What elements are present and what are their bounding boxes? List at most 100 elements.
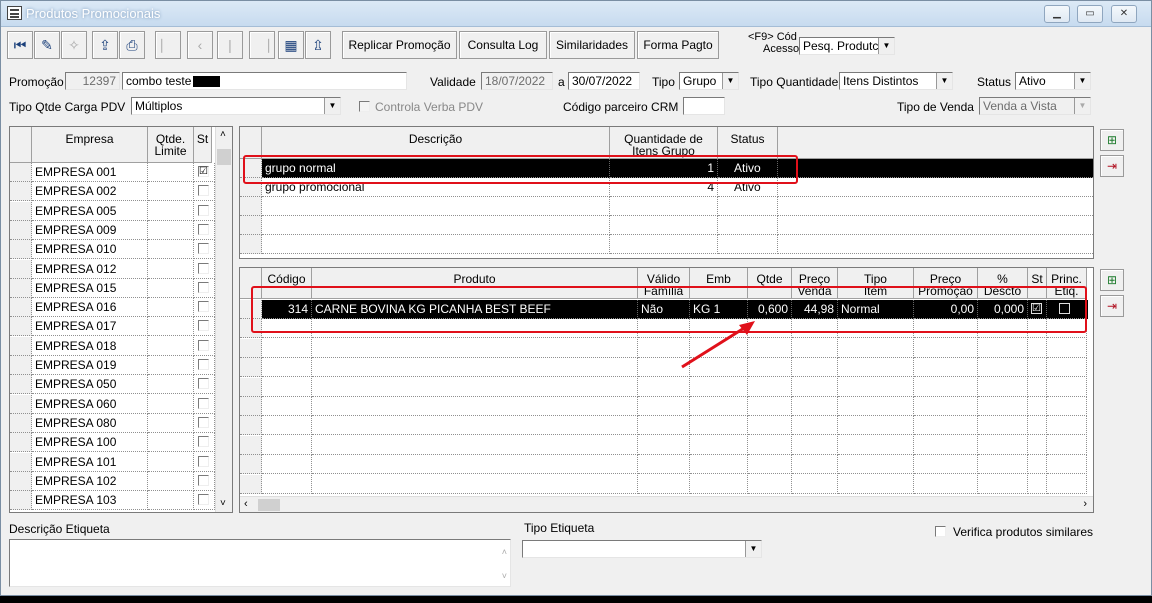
row-indicator[interactable]: [10, 240, 32, 260]
scroll-right-icon[interactable]: ›: [1083, 498, 1087, 510]
empresa-st-cell[interactable]: [194, 452, 215, 472]
produto-emb-cell[interactable]: [690, 455, 748, 475]
grupo-status-cell[interactable]: [718, 235, 778, 254]
produto-descto-cell[interactable]: [978, 358, 1028, 378]
empresa-qtde-cell[interactable]: [148, 356, 194, 375]
empresa-qtde-cell[interactable]: [148, 201, 194, 221]
maximize-button[interactable]: ▭: [1077, 5, 1103, 23]
produto-preco-promocao-cell[interactable]: [914, 416, 978, 436]
produto-produto-cell[interactable]: [312, 358, 638, 378]
row-indicator[interactable]: [10, 259, 32, 279]
princ-etiq-header[interactable]: Princ. Etiq.: [1047, 268, 1087, 299]
produto-descto-cell[interactable]: [978, 435, 1028, 455]
produto-qtde-cell[interactable]: [748, 474, 792, 494]
empresa-st-cell[interactable]: [194, 413, 215, 433]
empresa-name-cell[interactable]: EMPRESA 012: [32, 259, 148, 279]
produto-header[interactable]: Produto: [312, 268, 638, 299]
produto-produto-cell[interactable]: [312, 338, 638, 358]
empresa-name-cell[interactable]: EMPRESA 019: [32, 356, 148, 375]
produto-preco-venda-cell[interactable]: [792, 319, 838, 339]
similaridades-button[interactable]: Similaridades: [549, 31, 635, 59]
empresa-st-checkbox[interactable]: [198, 455, 209, 467]
produto-tipo-item-cell[interactable]: [838, 397, 914, 416]
row-indicator[interactable]: [240, 197, 262, 216]
produto-valido-cell[interactable]: [638, 416, 690, 436]
produto-tipo-item-cell[interactable]: [838, 435, 914, 455]
produto-princ-etiq-cell[interactable]: [1047, 397, 1087, 416]
produto-codigo-cell[interactable]: 314: [262, 300, 312, 319]
produto-produto-cell[interactable]: [312, 435, 638, 455]
produto-produto-cell[interactable]: [312, 397, 638, 416]
edit-pencil-icon[interactable]: ✎: [34, 31, 60, 59]
empresa-name-cell[interactable]: EMPRESA 103: [32, 491, 148, 511]
produto-preco-venda-cell[interactable]: [792, 435, 838, 455]
produto-st-cell[interactable]: [1028, 474, 1047, 494]
produto-princ-etiq-cell[interactable]: [1047, 358, 1087, 378]
row-indicator[interactable]: [240, 216, 262, 235]
produto-preco-venda-cell[interactable]: [792, 377, 838, 397]
grupo-descricao-cell[interactable]: grupo promocional: [262, 178, 610, 197]
empresa-qtde-cell[interactable]: [148, 298, 194, 318]
row-indicator[interactable]: [10, 452, 32, 472]
empresa-name-cell[interactable]: EMPRESA 101: [32, 452, 148, 472]
produto-princ-etiq-cell[interactable]: [1047, 300, 1087, 319]
row-indicator[interactable]: [10, 433, 32, 453]
empresa-name-cell[interactable]: EMPRESA 018: [32, 336, 148, 356]
prev-icon[interactable]: ⎸: [155, 31, 181, 59]
empresa-st-checkbox[interactable]: [198, 474, 209, 486]
empresa-qtde-cell[interactable]: [148, 375, 194, 395]
produto-qtde-cell[interactable]: 0,600: [748, 300, 792, 319]
add-product-icon[interactable]: ⊞: [1100, 269, 1124, 291]
empresa-name-cell[interactable]: EMPRESA 009: [32, 220, 148, 240]
scroll-thumb[interactable]: [217, 149, 231, 165]
grupo-descricao-cell[interactable]: [262, 216, 610, 235]
grupo-status-cell[interactable]: Ativo: [718, 178, 778, 197]
empresa-st-checkbox[interactable]: [198, 494, 209, 506]
empresa-qtde-cell[interactable]: [148, 336, 194, 356]
produto-princ-etiq-cell[interactable]: [1047, 474, 1087, 494]
row-indicator[interactable]: [240, 319, 262, 339]
empresa-qtde-cell[interactable]: [148, 278, 194, 298]
empresa-st-checkbox[interactable]: [198, 262, 209, 274]
produto-valido-cell[interactable]: [638, 455, 690, 475]
empresa-st-cell[interactable]: [194, 375, 215, 395]
row-indicator[interactable]: [240, 235, 262, 254]
row-indicator[interactable]: [10, 298, 32, 318]
empresa-st-checkbox[interactable]: [198, 359, 209, 370]
row-indicator[interactable]: [10, 356, 32, 375]
add-group-icon[interactable]: ⊞: [1100, 129, 1124, 151]
empresa-st-cell[interactable]: [194, 298, 215, 318]
grupo-descricao-cell[interactable]: [262, 197, 610, 216]
produto-produto-cell[interactable]: CARNE BOVINA KG PICANHA BEST BEEF: [312, 300, 638, 319]
empresa-st-cell[interactable]: [194, 278, 215, 298]
empresa-st-checkbox[interactable]: [198, 301, 209, 313]
empresa-st-checkbox[interactable]: ☑: [198, 166, 209, 177]
produto-descto-cell[interactable]: [978, 416, 1028, 436]
empresa-qtde-cell[interactable]: [148, 182, 194, 202]
produto-valido-cell[interactable]: [638, 397, 690, 416]
first-record-icon[interactable]: ⏮: [7, 31, 33, 59]
produto-emb-cell[interactable]: [690, 435, 748, 455]
crm-field[interactable]: [683, 97, 725, 115]
produto-st-cell[interactable]: [1028, 319, 1047, 339]
preco-venda-header[interactable]: Preço Venda: [792, 268, 838, 299]
prod-st-header[interactable]: St: [1028, 268, 1047, 299]
export-icon[interactable]: ⇫: [305, 31, 331, 59]
controla-verba-checkbox[interactable]: [359, 101, 370, 112]
last-icon[interactable]: ⎹: [249, 31, 275, 59]
save-icon[interactable]: ⇪: [92, 31, 118, 59]
produto-emb-cell[interactable]: [690, 474, 748, 494]
preco-promocao-header[interactable]: Preço Promoção: [914, 268, 978, 299]
produto-preco-promocao-cell[interactable]: 0,00: [914, 300, 978, 319]
grupo-descricao-cell[interactable]: grupo normal: [262, 159, 610, 178]
row-indicator[interactable]: [240, 300, 262, 319]
row-indicator[interactable]: [10, 163, 32, 182]
empresa-st-checkbox[interactable]: [198, 281, 209, 293]
produto-descto-cell[interactable]: [978, 397, 1028, 416]
empresa-name-cell[interactable]: EMPRESA 060: [32, 394, 148, 414]
empresa-name-cell[interactable]: EMPRESA 100: [32, 433, 148, 453]
qtde-limite-header[interactable]: Qtde. Limite: [148, 127, 194, 163]
empresa-name-cell[interactable]: EMPRESA 010: [32, 240, 148, 260]
valido-familia-header[interactable]: Válido Família: [638, 268, 690, 299]
produto-st-cell[interactable]: [1028, 397, 1047, 416]
